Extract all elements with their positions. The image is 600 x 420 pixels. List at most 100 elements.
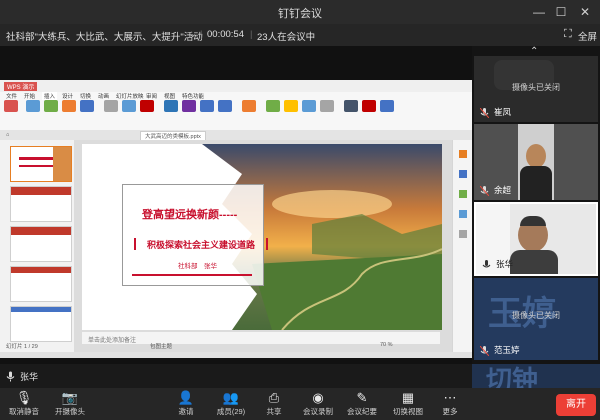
slide-title: 登高望远换新颜----- (142, 209, 238, 221)
ppt-document-tabs: ⌂ 大武高迈的类模板.pptx (0, 130, 472, 141)
meeting-timer: 00:00:54 (207, 29, 244, 40)
share-screen-icon: ⎙ (268, 390, 280, 405)
more-icon: ⋯ (443, 390, 457, 405)
animation-icon[interactable] (459, 170, 467, 178)
ppt-menu-bar: WPS 演示 (0, 80, 472, 92)
fullscreen-button[interactable]: 全屏 (578, 29, 597, 43)
current-slide: 登高望远换新颜----- 积极探索社会主义建设道路 社科部 张华 (82, 144, 442, 330)
share-button[interactable]: ⎙ 共享 (254, 390, 294, 418)
ppt-app-tab: WPS 演示 (4, 82, 38, 91)
meeting-name: 社科部"大练兵、大比武、大展示、大提升"活动 (6, 32, 203, 43)
members-button[interactable]: 👥 成员(29) (210, 390, 252, 418)
participant-tile-bottom[interactable]: 切钟 (472, 364, 600, 395)
slide-counter: 幻灯片 1 / 29 (6, 344, 38, 350)
participants-status: 23人在会议中 (257, 32, 316, 43)
symbol-icon (200, 100, 214, 112)
participant-name: 范玉婷 (494, 345, 520, 355)
speaker-name: 张华 (20, 372, 39, 382)
participant-tile[interactable]: 余超 (474, 124, 598, 200)
participant-name: 张华 (496, 259, 514, 269)
camera-off-text: 摄像头已关闭 (512, 83, 560, 92)
title-frame (122, 184, 264, 286)
textbox-icon (164, 100, 178, 112)
mic-icon (6, 371, 15, 382)
ppt-status-bar (0, 352, 472, 358)
photo-album-icon (362, 100, 376, 112)
theme-name: 包图主题 (150, 344, 173, 350)
tools-icon[interactable] (459, 230, 467, 238)
participant-tile[interactable]: 玉婷 摄像头已关闭 范玉婷 (474, 278, 598, 360)
slide-editing-area: 登高望远换新颜----- 积极探索社会主义建设道路 社科部 张华 (74, 140, 452, 352)
title-bar: 钉钉会议 — ☐ ✕ (0, 0, 600, 24)
fullscreen-icon[interactable]: ⛶ (564, 28, 572, 41)
participant-name: 余超 (494, 185, 512, 195)
maximize-icon[interactable]: ☐ (552, 3, 570, 21)
mic-icon (482, 260, 491, 268)
mic-muted-icon (480, 108, 489, 118)
speaking-indicator-bar: 张华 切钟 (0, 364, 600, 395)
new-slide-icon (4, 100, 18, 112)
picture-icon (44, 100, 58, 112)
shape-icon (62, 100, 76, 112)
audio-icon (266, 100, 280, 112)
zoom-level: 70 % (380, 342, 393, 348)
slide-thumbnail-panel (0, 140, 75, 352)
shared-presentation: WPS 演示 文件 开始 插入 设计 切换 动画 幻灯片放映 审阅 视图 特色功… (0, 80, 473, 358)
action-icon (320, 100, 334, 112)
slide-thumbnail[interactable] (10, 306, 72, 342)
record-icon: ◉ (312, 390, 324, 405)
mic-muted-icon (480, 346, 489, 356)
hyperlink-icon (302, 100, 316, 112)
record-button[interactable]: ◉ 会议录制 (298, 390, 338, 418)
pen-icon: ✎ (356, 390, 368, 405)
slide-thumbnail[interactable] (10, 186, 72, 222)
ppt-toolbar (4, 100, 444, 134)
participant-face (526, 144, 546, 168)
meeting-toolbar: 🎙 取消静音 📷 开摄像头 👤 邀请 👥 成员(29) ⎙ 共享 ◉ 会议录制 … (0, 388, 600, 420)
smartart-icon (122, 100, 136, 112)
minutes-button[interactable]: ✎ 会议纪要 (342, 390, 382, 418)
switch-view-button[interactable]: ▦ 切换视图 (388, 390, 428, 418)
camera-button[interactable]: 📷 开摄像头 (48, 390, 92, 418)
more-button[interactable]: ⋯ 更多 (430, 390, 470, 418)
screenshot-icon (380, 100, 394, 112)
table-icon (26, 100, 40, 112)
slide-author: 社科部 张华 (178, 263, 217, 270)
mic-muted-icon (480, 186, 489, 196)
ppt-ribbon: WPS 演示 文件 开始 插入 设计 切换 动画 幻灯片放映 审阅 视图 特色功… (0, 80, 472, 131)
property-icon[interactable] (459, 210, 467, 218)
camera-off-text: 摄像头已关闭 (512, 311, 560, 320)
mic-muted-icon: 🎙 (15, 390, 33, 405)
slide-subtitle: 积极探索社会主义建设道路 (134, 238, 268, 250)
minimize-icon[interactable]: — (530, 3, 548, 21)
leave-button[interactable]: 离开 (556, 394, 596, 416)
object-icon (344, 100, 358, 112)
title-underline (132, 274, 252, 276)
participant-tile-active[interactable]: 张华 (474, 202, 598, 276)
add-person-icon: 👤 (177, 390, 195, 405)
chart-icon (104, 100, 118, 112)
shared-screen-stage: WPS 演示 文件 开始 插入 设计 切换 动画 幻灯片放映 审阅 视图 特色功… (0, 46, 473, 364)
slide-thumbnail[interactable] (10, 226, 72, 262)
members-icon: 👥 (222, 390, 240, 405)
formula-icon (218, 100, 232, 112)
camera-off-icon: 📷 (61, 390, 79, 405)
participant-name: 崔凤 (494, 107, 512, 117)
slide-thumbnail[interactable] (10, 266, 72, 302)
close-icon[interactable]: ✕ (576, 3, 594, 21)
flowchart-icon (140, 100, 154, 112)
window-title: 钉钉会议 (278, 8, 322, 20)
design-icon[interactable] (459, 150, 467, 158)
art-text-icon (182, 100, 196, 112)
ppt-right-task-pane (452, 140, 473, 352)
icon-library-icon (80, 100, 94, 112)
mute-button[interactable]: 🎙 取消静音 (2, 390, 46, 418)
ppt-ribbon-tabs: 文件 开始 插入 设计 切换 动画 幻灯片放映 审阅 视图 特色功能 (6, 92, 205, 100)
chevron-down-icon[interactable]: ⌄ (188, 27, 197, 40)
slide-thumbnail[interactable] (10, 146, 72, 182)
video-icon (284, 100, 298, 112)
header-footer-icon (242, 100, 256, 112)
invite-button[interactable]: 👤 邀请 (166, 390, 206, 418)
select-icon[interactable] (459, 190, 467, 198)
participant-tile[interactable]: 摄像头已关闭 崔凤 (474, 56, 598, 122)
